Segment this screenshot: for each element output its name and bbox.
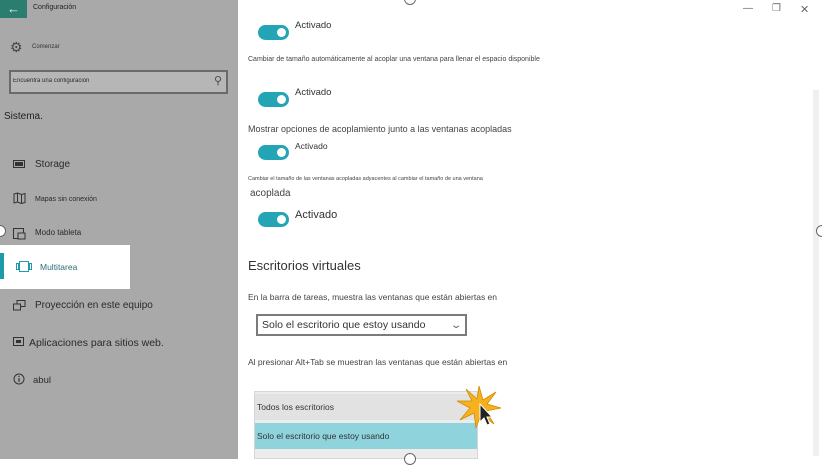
snap-options-toggle-row: Activado — [258, 141, 328, 160]
sidebar-item-label: abul — [33, 374, 51, 386]
sidebar-item-apps-websites[interactable]: Aplicaciones para sitios web. — [0, 332, 238, 354]
sidebar-home[interactable]: ⚙ Comenzar — [10, 38, 60, 56]
sidebar-item-storage[interactable]: Storage — [0, 153, 238, 175]
sidebar-item-tablet-mode[interactable]: Modo tableta — [0, 224, 238, 246]
dropdown-option-all-desktops[interactable]: Todos los escritorios — [255, 394, 477, 420]
option-label: Todos los escritorios — [257, 402, 335, 412]
setting-description: Cambiar el tamaño de las ventanas acopla… — [248, 176, 483, 182]
toggle-state: Activado — [295, 87, 332, 98]
chevron-down-icon: ⌄ — [449, 319, 463, 331]
select-value: Solo el escritorio que estoy usando — [262, 319, 426, 331]
close-icon[interactable]: ✕ — [800, 3, 809, 16]
sidebar-item-label: Multitarea — [40, 262, 78, 272]
alttab-setting-label: Al presionar Alt+Tab se muestran las ven… — [248, 357, 508, 367]
toggle-state: Activado — [295, 140, 328, 151]
toggle-switch[interactable] — [258, 25, 289, 40]
search-input[interactable] — [13, 74, 203, 88]
settings-content: Activado Cambiar de tamaño automáticamen… — [238, 0, 812, 459]
back-button[interactable]: ← — [0, 0, 27, 18]
toggle-state: Activado — [295, 20, 332, 31]
resize-adjacent-toggle-row: Activado — [258, 208, 338, 227]
setting-description: Cambiar de tamaño automáticamente al aco… — [248, 56, 540, 63]
info-icon — [11, 373, 27, 388]
multitasking-icon — [16, 260, 32, 275]
sidebar-item-offline-maps[interactable]: Mapas sin conexión — [0, 188, 238, 210]
map-icon — [11, 191, 27, 207]
sidebar-item-label: Storage — [35, 158, 71, 170]
alttab-dropdown-list: Todos los escritorios Solo el escritorio… — [254, 391, 478, 459]
battery-icon — [11, 157, 27, 171]
toggle-switch[interactable] — [258, 92, 289, 107]
search-box[interactable]: ⚲ — [9, 70, 228, 94]
sidebar-home-label: Comenzar — [32, 44, 60, 50]
back-arrow-icon: ← — [7, 1, 20, 16]
sidebar-item-label: Modo tableta — [35, 227, 82, 237]
toggle-knob — [277, 95, 286, 104]
minimize-icon[interactable]: — — [743, 3, 753, 14]
apps-websites-icon — [11, 336, 27, 350]
toggle-switch[interactable] — [258, 212, 289, 227]
taskbar-setting-label: En la barra de tareas, muestra las venta… — [248, 292, 498, 302]
resize-handle-bottom[interactable] — [404, 453, 416, 465]
setting-description-tail: acoplada — [250, 188, 291, 199]
sidebar: ← Configuración ⚙ Comenzar ⚲ Sistema. St… — [0, 0, 238, 459]
toggle-switch[interactable] — [258, 145, 289, 160]
sidebar-item-label: Mapas sin conexión — [35, 195, 97, 203]
gear-icon: ⚙ — [10, 38, 23, 55]
sidebar-item-projection[interactable]: Proyección en este equipo — [0, 296, 238, 318]
toggle-knob — [277, 28, 286, 37]
tablet-mode-icon — [11, 227, 27, 243]
sidebar-item-label: Proyección en este equipo — [35, 299, 153, 311]
projection-icon — [11, 300, 27, 314]
sidebar-item-multitasking[interactable]: Multitarea — [0, 245, 130, 289]
toggle-knob — [277, 215, 286, 224]
section-heading: Sistema. — [4, 111, 43, 122]
snap-toggle-row: Activado — [258, 20, 331, 40]
toggle-knob — [277, 148, 286, 157]
resize-handle-right[interactable] — [816, 225, 822, 237]
autosize-toggle-row: Activado — [258, 87, 331, 107]
maximize-icon[interactable]: ❐ — [772, 3, 781, 14]
selected-indicator — [0, 253, 4, 279]
option-label: Solo el escritorio que estoy usando — [257, 431, 390, 441]
sidebar-item-label: Aplicaciones para sitios web. — [29, 337, 164, 349]
setting-description: Mostrar opciones de acoplamiento junto a… — [248, 124, 512, 134]
virtual-desktops-heading: Escritorios virtuales — [248, 258, 361, 273]
scrollbar-track[interactable] — [813, 90, 819, 456]
sidebar-item-about[interactable]: abul — [0, 369, 238, 391]
toggle-state: Activado — [295, 208, 338, 221]
click-burst-icon — [456, 385, 502, 429]
search-icon[interactable]: ⚲ — [214, 74, 222, 87]
dropdown-option-current-desktop[interactable]: Solo el escritorio que estoy usando — [255, 423, 477, 449]
taskbar-desktop-select[interactable]: Solo el escritorio que estoy usando ⌄ — [256, 314, 467, 336]
window-title: Configuración — [33, 4, 77, 11]
